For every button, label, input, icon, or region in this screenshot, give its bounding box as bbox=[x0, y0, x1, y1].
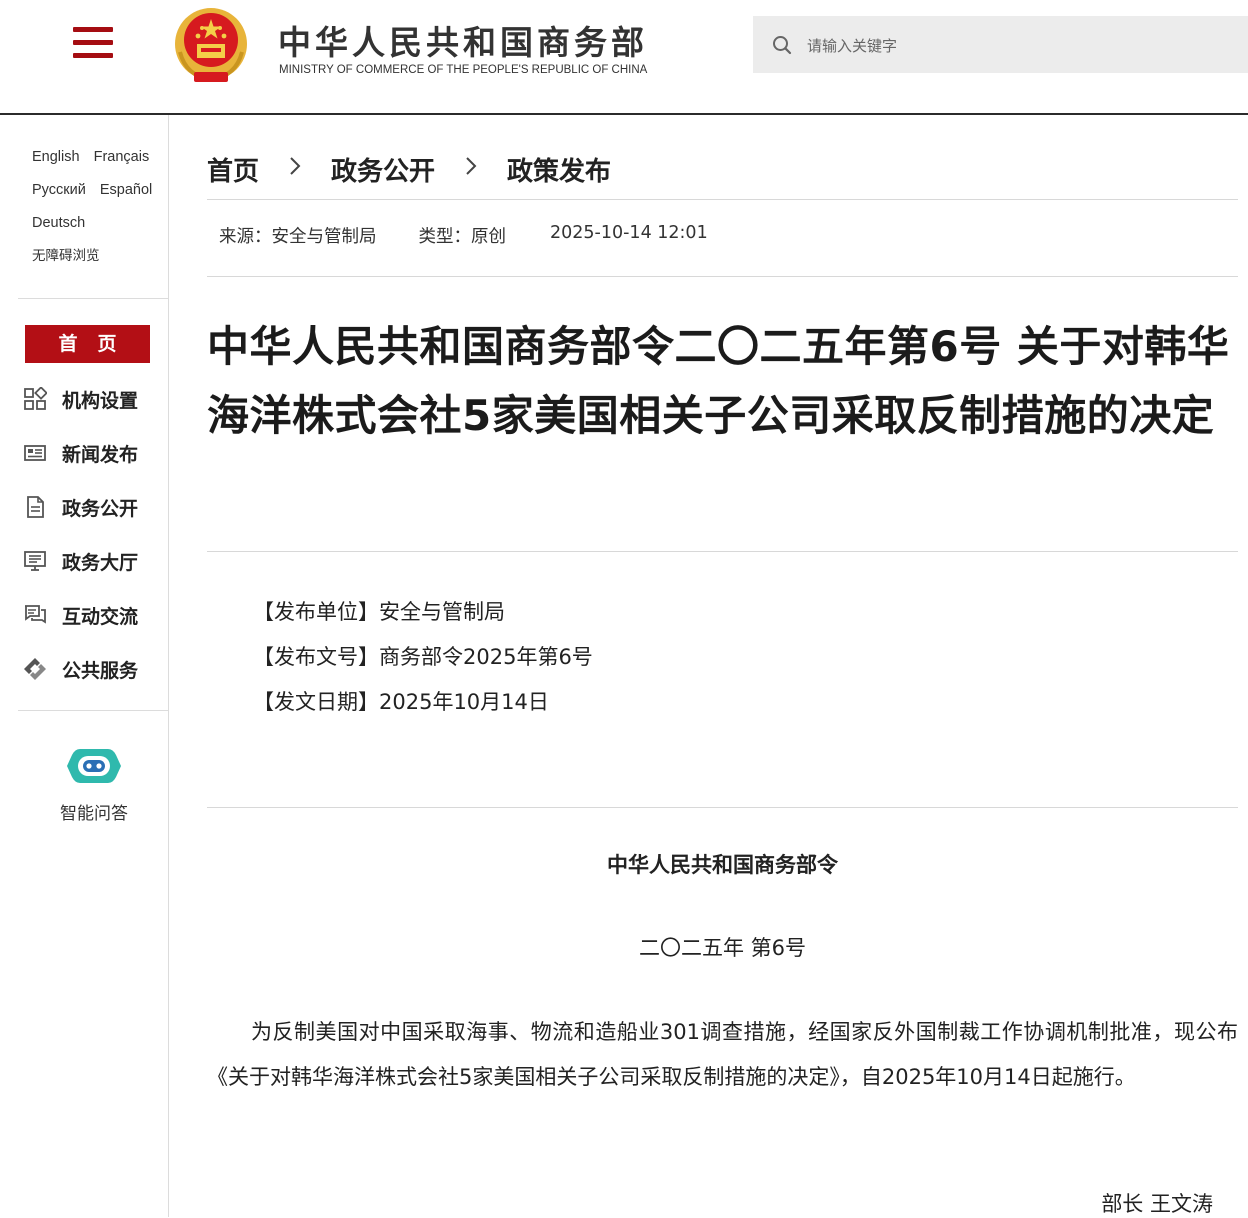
sidebar-item-interaction[interactable]: 互动交流 bbox=[23, 588, 168, 642]
article-meta: 来源：安全与管制局 类型：原创 2025-10-14 12:01 bbox=[219, 223, 708, 248]
lang-french-link[interactable]: Français bbox=[94, 149, 150, 165]
service-diamond-icon bbox=[24, 658, 46, 680]
article-body-paragraph: 为反制美国对中国采取海事、物流和造船业301调查措施，经国家反外国制裁工作协调机… bbox=[207, 1020, 1238, 1089]
minister-signature: 部长 王文涛 bbox=[1101, 1192, 1213, 1216]
national-emblem-icon[interactable] bbox=[172, 6, 250, 86]
info-issue-date: 【发文日期】2025年10月14日 bbox=[253, 690, 549, 714]
info-publisher: 【发布单位】安全与管制局 bbox=[253, 600, 505, 624]
sidebar-item-gov-affairs[interactable]: 政务公开 bbox=[23, 480, 168, 534]
breadcrumb-policy-release[interactable]: 政策发布 bbox=[507, 151, 611, 188]
divider bbox=[207, 551, 1238, 552]
search-box bbox=[753, 16, 1248, 75]
site-logo-english[interactable]: MINISTRY OF COMMERCE OF THE PEOPLE'S REP… bbox=[279, 64, 647, 76]
hamburger-menu-icon[interactable] bbox=[73, 27, 113, 59]
sidebar-item-label: 公共服务 bbox=[62, 659, 139, 682]
sidebar-divider bbox=[18, 298, 168, 299]
sidebar-item-label: 政务公开 bbox=[62, 497, 139, 520]
site-logo-chinese[interactable]: 中华人民共和国商务部 bbox=[278, 16, 648, 64]
accessibility-link[interactable]: 无障碍浏览 bbox=[32, 248, 100, 264]
sidebar-home-button[interactable]: 首页 bbox=[25, 325, 150, 363]
sidebar-divider bbox=[18, 710, 168, 711]
article-title: 中华人民共和国商务部令二〇二五年第6号 关于对韩华海洋株式会社5家美国相关子公司… bbox=[207, 322, 1230, 440]
org-grid-icon bbox=[24, 387, 47, 410]
breadcrumb: 首页 政务公开 政策发布 bbox=[207, 149, 611, 189]
language-links: English Français Русский Español Deutsch… bbox=[32, 145, 168, 277]
sidebar-item-service-hall[interactable]: 政务大厅 bbox=[23, 534, 168, 588]
sidebar-item-public-service[interactable]: 公共服务 bbox=[23, 642, 168, 696]
chat-icon bbox=[25, 605, 46, 624]
breadcrumb-gov-affairs[interactable]: 政务公开 bbox=[331, 151, 435, 188]
article-type: 类型：原创 bbox=[418, 227, 507, 247]
robot-icon[interactable] bbox=[66, 747, 122, 785]
newspaper-icon bbox=[24, 445, 46, 461]
sidebar-item-label: 政务大厅 bbox=[62, 551, 139, 574]
left-sidebar: English Français Русский Español Deutsch… bbox=[0, 115, 169, 1217]
lang-german-link[interactable]: Deutsch bbox=[32, 215, 85, 231]
sidebar-item-label: 新闻发布 bbox=[62, 443, 139, 466]
sidebar-item-news[interactable]: 新闻发布 bbox=[23, 426, 168, 480]
lang-english-link[interactable]: English bbox=[32, 149, 80, 165]
order-number: 二〇二五年 第6号 bbox=[638, 936, 807, 960]
search-icon[interactable] bbox=[772, 35, 792, 55]
sidebar-nav: 机构设置 新闻发布 政务公开 政务大厅 互动交流 公共服务 bbox=[23, 372, 168, 696]
divider bbox=[207, 807, 1238, 808]
lang-spanish-link[interactable]: Español bbox=[100, 182, 152, 198]
breadcrumb-home[interactable]: 首页 bbox=[207, 151, 259, 188]
search-input[interactable] bbox=[805, 16, 1229, 75]
divider bbox=[207, 199, 1238, 200]
divider bbox=[207, 276, 1238, 277]
sidebar-item-label: 互动交流 bbox=[62, 605, 139, 628]
chevron-right-icon bbox=[435, 155, 507, 183]
sidebar-item-organization[interactable]: 机构设置 bbox=[23, 372, 168, 426]
info-document-number: 【发布文号】商务部令2025年第6号 bbox=[253, 645, 593, 669]
document-icon bbox=[27, 496, 44, 518]
site-header: 中华人民共和国商务部 MINISTRY OF COMMERCE OF THE P… bbox=[0, 0, 1248, 115]
smart-qa-label[interactable]: 智能问答 bbox=[40, 799, 148, 824]
article-source: 来源：安全与管制局 bbox=[219, 227, 377, 247]
order-heading: 中华人民共和国商务部令 bbox=[607, 853, 838, 877]
sidebar-item-label: 机构设置 bbox=[62, 389, 139, 412]
article-info-block: 【发布单位】安全与管制局 【发布文号】商务部令2025年第6号 【发文日期】20… bbox=[253, 590, 593, 725]
article-datetime: 2025-10-14 12:01 bbox=[550, 223, 708, 243]
chevron-right-icon bbox=[259, 155, 331, 183]
lang-russian-link[interactable]: Русский bbox=[32, 182, 86, 198]
monitor-icon bbox=[24, 551, 46, 571]
